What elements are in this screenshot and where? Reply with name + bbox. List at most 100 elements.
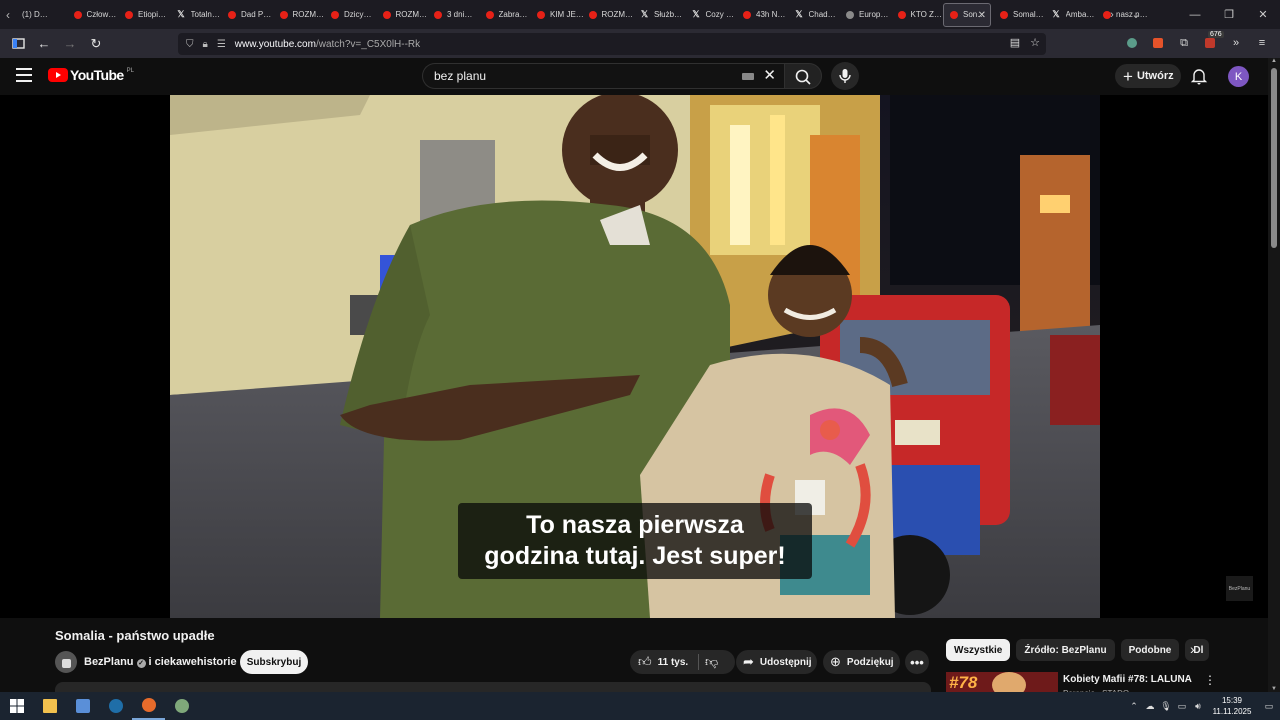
chips-next-icon[interactable]: › bbox=[1190, 641, 1195, 657]
create-button[interactable]: + Utwórz bbox=[1115, 64, 1181, 88]
browser-tab[interactable]: ROZM… bbox=[377, 0, 429, 29]
channel-avatar[interactable] bbox=[55, 651, 77, 673]
browser-tab[interactable]: 43h N… bbox=[737, 0, 789, 29]
search-input[interactable]: bez planu ✕ bbox=[422, 63, 784, 89]
url-bar[interactable]: ⛉ 🔒︎ ☰ www.youtube.com/watch?v=_C5X0lH--… bbox=[178, 33, 1046, 55]
recommendation-thumbnail[interactable]: #78 bbox=[946, 672, 1058, 692]
chip-from-channel[interactable]: Źródło: BezPlanu bbox=[1016, 639, 1115, 661]
restore-window-icon[interactable]: ❐ bbox=[1212, 8, 1246, 21]
youtube-icon bbox=[434, 10, 442, 19]
monitor-app-icon[interactable] bbox=[66, 692, 99, 720]
more-actions-icon[interactable]: ••• bbox=[905, 650, 929, 674]
browser-tab[interactable]: Europ… bbox=[840, 0, 892, 29]
browser-tab[interactable]: 𝕏 Służb… bbox=[634, 0, 686, 29]
tab-title: Cozy … bbox=[705, 10, 734, 19]
youtube-header: YouTube PL bez planu ✕ + Utwórz K bbox=[0, 58, 1268, 95]
start-windows-icon[interactable] bbox=[0, 692, 33, 720]
reader-view-icon[interactable]: ▤ bbox=[1010, 36, 1020, 49]
guide-menu-icon[interactable] bbox=[16, 68, 32, 82]
adblock-extension-icon[interactable]: 676 bbox=[1200, 31, 1224, 54]
network-icon[interactable]: ▭ bbox=[1174, 701, 1190, 712]
back-icon[interactable]: ← bbox=[32, 32, 56, 56]
browser-tab[interactable]: ROZM… bbox=[274, 0, 326, 29]
chip-partial[interactable]: Dl bbox=[1185, 639, 1210, 661]
browser-tab[interactable]: 𝕏 Amba… bbox=[1046, 0, 1098, 29]
tab-scroll-right-icon[interactable]: › bbox=[1100, 9, 1124, 21]
page-scrollbar[interactable]: ▲ ▼ bbox=[1268, 58, 1280, 692]
show-hidden-icons-icon[interactable]: ⌃ bbox=[1126, 701, 1142, 712]
collab-channel-name[interactable]: i ciekawehistorie bbox=[149, 656, 237, 668]
extensions-area: ⧉ 676 » ≡ bbox=[1122, 31, 1272, 54]
browser-tab[interactable]: ROZM… bbox=[583, 0, 635, 29]
sidebar-toggle-icon[interactable] bbox=[6, 32, 30, 56]
notifications-icon[interactable]: ▭ bbox=[1258, 701, 1280, 712]
vpn-extension-icon[interactable] bbox=[1122, 32, 1142, 54]
file-explorer-icon[interactable] bbox=[33, 692, 66, 720]
browser-tab[interactable]: 𝕏 Chad… bbox=[789, 0, 841, 29]
channel-name[interactable]: BezPlanu bbox=[84, 656, 134, 668]
clock[interactable]: 15:39 11.11.2025 bbox=[1206, 695, 1258, 717]
shield-icon[interactable]: ⛉ bbox=[186, 39, 194, 50]
tab-title: Dad P… bbox=[241, 10, 272, 19]
browser-tab[interactable]: Człow… bbox=[68, 0, 120, 29]
description-box[interactable] bbox=[55, 682, 931, 692]
voice-search-button[interactable] bbox=[831, 62, 859, 90]
subscribe-button[interactable]: Subskrybuj bbox=[240, 650, 308, 674]
browser-tab[interactable]: Dzicy… bbox=[325, 0, 377, 29]
fox-extension-icon[interactable] bbox=[1148, 32, 1168, 54]
browser-tab-active[interactable]: Son… ✕ bbox=[943, 2, 991, 27]
account-avatar[interactable]: K bbox=[1228, 66, 1249, 87]
youtube-logo[interactable]: YouTube PL bbox=[48, 67, 134, 83]
list-all-tabs-icon[interactable]: ⌄ bbox=[1124, 8, 1148, 21]
browser-tab[interactable]: KIM JE… bbox=[531, 0, 583, 29]
browser-tab[interactable]: KTO Z… bbox=[892, 0, 944, 29]
clear-search-icon[interactable]: ✕ bbox=[763, 66, 776, 84]
forward-icon[interactable]: → bbox=[58, 32, 82, 56]
steam-icon[interactable] bbox=[99, 692, 132, 720]
tab-scroll-left-icon[interactable]: ‹ bbox=[0, 0, 16, 29]
browser-tab[interactable]: Zabra… bbox=[480, 0, 532, 29]
channel-name-row[interactable]: BezPlanu ✓ i ciekawehistorie bbox=[84, 656, 237, 668]
app-shortcut-icon[interactable] bbox=[165, 692, 198, 720]
keyboard-icon[interactable] bbox=[742, 73, 754, 80]
browser-tab[interactable]: (1) D… bbox=[16, 0, 68, 29]
overflow-chevron-icon[interactable]: » bbox=[1226, 32, 1246, 54]
search-button[interactable] bbox=[784, 63, 822, 89]
chip-related[interactable]: Podobne bbox=[1120, 639, 1180, 661]
scrollbar-thumb[interactable] bbox=[1271, 68, 1277, 248]
chip-all[interactable]: Wszystkie bbox=[946, 639, 1011, 661]
extensions-puzzle-icon[interactable]: ⧉ bbox=[1174, 32, 1194, 54]
browser-tab[interactable]: 𝕏 Totaln… bbox=[171, 0, 223, 29]
video-player[interactable]: To nasza pierwsza godzina tutaj. Jest su… bbox=[0, 95, 1268, 618]
bookmark-star-icon[interactable]: ☆ bbox=[1030, 36, 1040, 49]
volume-icon[interactable]: 🔊︎ bbox=[1190, 701, 1206, 712]
minimize-window-icon[interactable]: — bbox=[1178, 9, 1212, 21]
close-window-icon[interactable]: ✕ bbox=[1246, 8, 1280, 21]
browser-tab[interactable]: Somal… bbox=[994, 0, 1046, 29]
recommendation-menu-icon[interactable]: ⋮ bbox=[1204, 673, 1216, 687]
channel-watermark[interactable]: BezPlanu bbox=[1226, 576, 1253, 601]
browser-tab[interactable]: 3 dni… bbox=[428, 0, 480, 29]
onedrive-cloud-icon[interactable]: ☁ bbox=[1142, 701, 1158, 712]
tab-title: Amba… bbox=[1065, 10, 1095, 19]
thumbs-up-icon[interactable]: 👍︎ bbox=[638, 654, 652, 670]
thanks-button[interactable]: ⊕ Podziękuj bbox=[823, 650, 900, 674]
recommendation-title[interactable]: Kobiety Mafii #78: LALUNA bbox=[1063, 674, 1192, 685]
scroll-up-icon[interactable]: ▲ bbox=[1271, 58, 1277, 64]
reload-icon[interactable]: ↻ bbox=[84, 32, 108, 56]
close-tab-icon[interactable]: ✕ bbox=[978, 10, 986, 21]
tab-list: (1) D… Człow… Etiopi… 𝕏 Totaln… Dad P… ROZM… Dz… bbox=[16, 0, 1149, 29]
browser-tab[interactable]: 𝕏 Cozy … bbox=[686, 0, 738, 29]
notifications-bell-icon[interactable] bbox=[1190, 67, 1208, 85]
app-menu-icon[interactable]: ≡ bbox=[1252, 32, 1272, 54]
like-count[interactable]: 11 tys. bbox=[658, 657, 689, 668]
plus-icon: + bbox=[1123, 66, 1133, 86]
share-button[interactable]: ➦ Udostępnij bbox=[736, 650, 817, 674]
firefox-icon[interactable] bbox=[132, 692, 165, 720]
browser-tab[interactable]: Etiopi… bbox=[119, 0, 171, 29]
thumbs-down-icon[interactable]: 👎︎ bbox=[705, 654, 718, 670]
lock-icon[interactable]: 🔒︎ bbox=[203, 39, 208, 50]
permissions-icon[interactable]: ☰ bbox=[217, 39, 226, 50]
browser-tab[interactable]: Dad P… bbox=[222, 0, 274, 29]
microphone-tray-icon[interactable]: 🎙︎ bbox=[1158, 701, 1174, 712]
